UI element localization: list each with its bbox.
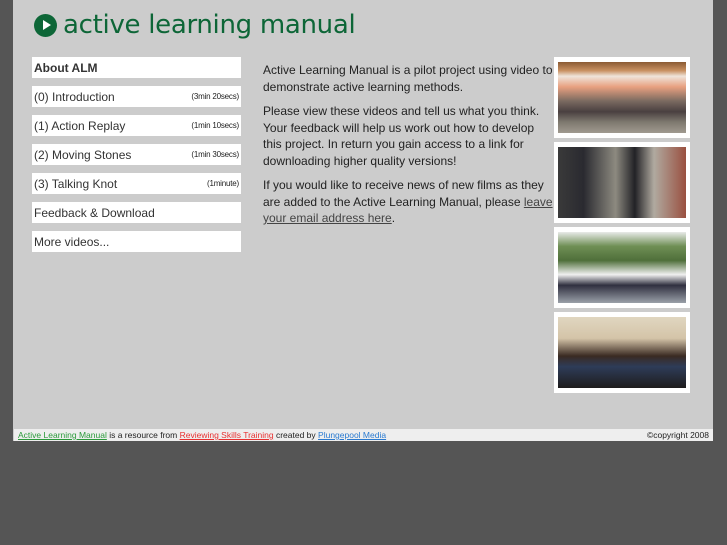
nav-item-introduction[interactable]: (0) Introduction (3min 20secs)	[32, 86, 241, 107]
nav-item-about-alm[interactable]: About ALM	[32, 57, 241, 78]
footer: Active Learning Manual is a resource fro…	[14, 429, 713, 441]
alm-link[interactable]: Active Learning Manual	[18, 430, 107, 440]
play-circle-icon	[34, 13, 57, 37]
video-thumbnail[interactable]	[554, 312, 690, 393]
site-logo[interactable]: active learning manual	[34, 10, 356, 40]
footer-text: created by	[273, 430, 319, 440]
intro-paragraph: Active Learning Manual is a pilot projec…	[263, 63, 553, 94]
feedback-paragraph: Please view these videos and tell us wha…	[263, 104, 540, 168]
copyright: ©copyright 2008	[646, 430, 709, 440]
thumbnail-image	[558, 147, 686, 218]
footer-text: is a resource from	[106, 430, 180, 440]
nav-item-label: (1) Action Replay	[34, 118, 126, 133]
video-thumbnail[interactable]	[554, 142, 690, 223]
nav-item-talking-knot[interactable]: (3) Talking Knot (1minute)	[32, 173, 241, 194]
newsletter-paragraph: If you would like to receive news of new…	[263, 177, 553, 227]
plungepool-link[interactable]: Plungepool Media	[318, 430, 386, 440]
thumbnail-image	[558, 232, 686, 303]
nav-item-duration: (3min 20secs)	[191, 92, 239, 101]
nav-item-label: About ALM	[34, 60, 98, 75]
intro-text: Active Learning Manual is a pilot projec…	[263, 62, 553, 235]
video-thumbnails	[554, 57, 690, 397]
nav-item-more-videos[interactable]: More videos...	[32, 231, 241, 252]
newsletter-text: If you would like to receive news of new…	[263, 178, 544, 209]
thumbnail-image	[558, 317, 686, 388]
nav-item-label: (0) Introduction	[34, 89, 115, 104]
nav-item-label: Feedback & Download	[34, 205, 155, 220]
thumbnail-image	[558, 62, 686, 133]
nav-item-duration: (1minute)	[207, 179, 239, 188]
video-thumbnail[interactable]	[554, 57, 690, 138]
nav-item-duration: (1min 30secs)	[191, 150, 239, 159]
site-title: active learning manual	[63, 10, 356, 40]
nav-item-label: More videos...	[34, 234, 110, 249]
video-nav: About ALM (0) Introduction (3min 20secs)…	[32, 57, 241, 260]
footer-credits: Active Learning Manual is a resource fro…	[18, 429, 386, 441]
page-container: active learning manual About ALM (0) Int…	[13, 0, 713, 441]
video-thumbnail[interactable]	[554, 227, 690, 308]
nav-item-duration: (1min 10secs)	[191, 121, 239, 130]
nav-item-moving-stones[interactable]: (2) Moving Stones (1min 30secs)	[32, 144, 241, 165]
newsletter-text-end: .	[391, 211, 396, 225]
reviewing-skills-link[interactable]: Reviewing Skills Training	[180, 430, 274, 440]
nav-item-label: (2) Moving Stones	[34, 147, 132, 162]
nav-item-label: (3) Talking Knot	[34, 176, 118, 191]
nav-item-feedback-download[interactable]: Feedback & Download	[32, 202, 241, 223]
nav-item-action-replay[interactable]: (1) Action Replay (1min 10secs)	[32, 115, 241, 136]
